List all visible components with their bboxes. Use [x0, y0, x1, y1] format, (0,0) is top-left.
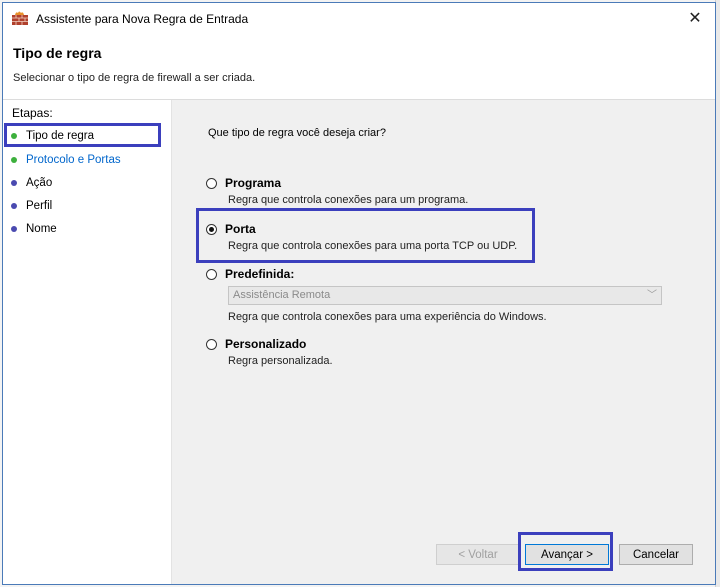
- radio-personalizado[interactable]: [206, 338, 217, 350]
- chevron-down-icon: ﹀: [647, 290, 657, 301]
- option-description: Regra que controla conexões para um prog…: [228, 194, 469, 206]
- cancel-button[interactable]: Cancelar: [619, 544, 693, 565]
- highlight-box-next: [518, 532, 613, 571]
- steps-panel: Etapas: Tipo de regra Protocolo e Portas…: [3, 100, 172, 584]
- step-protocolo-e-portas[interactable]: Protocolo e Portas: [9, 150, 159, 170]
- option-label[interactable]: Personalizado: [225, 337, 306, 351]
- step-label: Ação: [26, 177, 53, 189]
- step-acao: Ação: [9, 173, 159, 193]
- option-description: Regra que controla conexões para uma exp…: [228, 311, 547, 323]
- step-nome: Nome: [9, 219, 159, 239]
- firewall-icon: [12, 11, 28, 25]
- highlight-box-porta: [196, 208, 535, 263]
- step-perfil: Perfil: [9, 196, 159, 216]
- step-label: Perfil: [26, 200, 53, 212]
- page-subtitle: Selecionar o tipo de regra de firewall a…: [13, 72, 256, 84]
- steps-heading: Etapas:: [12, 106, 53, 120]
- option-predefinida[interactable]: Predefinida:: [206, 267, 294, 281]
- wizard-header: Tipo de regra Selecionar o tipo de regra…: [3, 33, 715, 100]
- close-icon: ✕: [688, 10, 702, 27]
- step-pending-icon: [11, 180, 17, 186]
- step-pending-icon: [11, 203, 17, 209]
- radio-predefinida[interactable]: [206, 268, 217, 280]
- page-title: Tipo de regra: [13, 45, 102, 61]
- select-value: Assistência Remota: [233, 289, 331, 301]
- wizard-window: Assistente para Nova Regra de Entrada ✕ …: [2, 2, 716, 585]
- content-panel: Que tipo de regra você deseja criar? Pro…: [172, 100, 715, 584]
- option-programa[interactable]: Programa: [206, 176, 281, 190]
- predefined-rule-select: Assistência Remota ﹀: [228, 286, 662, 305]
- option-description: Regra personalizada.: [228, 355, 333, 367]
- back-button[interactable]: < Voltar: [436, 544, 520, 565]
- option-label[interactable]: Programa: [225, 176, 281, 190]
- step-label: Nome: [26, 223, 57, 235]
- step-complete-icon: [11, 157, 17, 163]
- option-label[interactable]: Predefinida:: [225, 267, 294, 281]
- step-label[interactable]: Protocolo e Portas: [26, 154, 121, 166]
- step-pending-icon: [11, 226, 17, 232]
- window-title: Assistente para Nova Regra de Entrada: [36, 12, 249, 26]
- radio-programa[interactable]: [206, 177, 217, 189]
- question-label: Que tipo de regra você deseja criar?: [208, 127, 386, 139]
- option-personalizado[interactable]: Personalizado: [206, 337, 306, 351]
- title-bar[interactable]: Assistente para Nova Regra de Entrada ✕: [3, 3, 715, 33]
- close-button[interactable]: ✕: [675, 3, 715, 33]
- highlight-box-step: [4, 123, 161, 147]
